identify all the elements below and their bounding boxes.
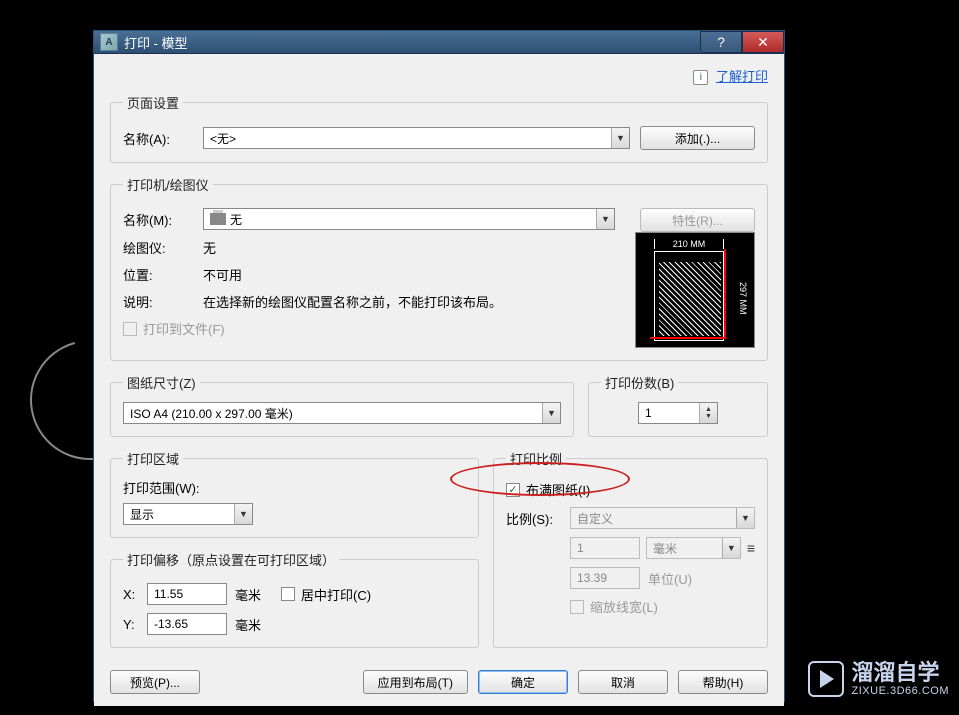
print-scope-combo[interactable]: 显示 ▼ xyxy=(123,503,253,525)
watermark-main: 溜溜自学 xyxy=(852,661,949,685)
offset-x-value: 11.55 xyxy=(154,587,183,601)
fit-to-paper-label: 布满图纸(I) xyxy=(526,480,590,499)
preview-red-line-h xyxy=(650,337,726,339)
watermark: 溜溜自学 ZIXUE.3D66.COM xyxy=(808,661,949,697)
paper-size-combo[interactable]: ISO A4 (210.00 x 297.00 毫米) ▼ xyxy=(123,402,561,424)
print-scale-legend: 打印比例 xyxy=(506,449,566,468)
print-dialog: A 打印 - 模型 ? ✕ i 了解打印 页面设置 名称(A): <无> ▼ 添… xyxy=(93,30,785,702)
close-button[interactable]: ✕ xyxy=(742,31,784,53)
paper-size-group: 图纸尺寸(Z) ISO A4 (210.00 x 297.00 毫米) ▼ xyxy=(110,373,574,437)
copies-group: 打印份数(B) 1 ▲▼ xyxy=(588,373,768,437)
spinner-buttons[interactable]: ▲▼ xyxy=(699,403,717,423)
desc-label: 说明: xyxy=(123,292,203,311)
learn-print-link-row: i 了解打印 xyxy=(110,66,768,85)
scale-denominator-input: 13.39 xyxy=(570,567,640,589)
print-to-file-label: 打印到文件(F) xyxy=(143,319,225,338)
print-offset-legend: 打印偏移（原点设置在可打印区域） xyxy=(123,550,339,569)
preview-button[interactable]: 预览(P)... xyxy=(110,670,200,694)
ok-button[interactable]: 确定 xyxy=(478,670,568,694)
help-button[interactable]: 帮助(H) xyxy=(678,670,768,694)
chevron-down-icon: ▼ xyxy=(234,504,252,524)
cancel-button[interactable]: 取消 xyxy=(578,670,668,694)
printer-name-label: 名称(M): xyxy=(123,210,203,229)
center-print-checkbox[interactable] xyxy=(281,587,295,601)
scale-denominator-value: 13.39 xyxy=(577,571,607,585)
plotter-value: 无 xyxy=(203,238,615,257)
chevron-down-icon: ▼ xyxy=(722,538,740,558)
paper-size-value: ISO A4 (210.00 x 297.00 毫米) xyxy=(130,405,293,422)
copies-spinner[interactable]: 1 ▲▼ xyxy=(638,402,718,424)
print-to-file-checkbox xyxy=(123,322,137,336)
fit-to-paper-checkbox[interactable]: ✓ xyxy=(506,483,520,497)
desc-value: 在选择新的绘图仪配置名称之前，不能打印该布局。 xyxy=(203,292,615,311)
offset-y-value: -13.65 xyxy=(154,617,188,631)
help-button[interactable]: ? xyxy=(700,31,742,53)
add-page-setup-button[interactable]: 添加(.)... xyxy=(640,126,755,150)
chevron-down-icon: ▼ xyxy=(542,403,560,423)
play-icon xyxy=(808,661,844,697)
scale-unit-value: 毫米 xyxy=(653,540,677,557)
watermark-sub: ZIXUE.3D66.COM xyxy=(852,685,949,697)
print-area-group: 打印区域 打印范围(W): 显示 ▼ xyxy=(110,449,479,538)
page-name-label: 名称(A): xyxy=(123,129,203,148)
scale-numerator-value: 1 xyxy=(577,541,584,555)
chevron-down-icon: ▼ xyxy=(611,128,629,148)
preview-paper-icon xyxy=(654,251,724,341)
location-value: 不可用 xyxy=(203,265,615,284)
plotter-label: 绘图仪: xyxy=(123,238,203,257)
scale-numerator-input: 1 xyxy=(570,537,640,559)
scale-value: 自定义 xyxy=(577,510,613,527)
chevron-down-icon: ▼ xyxy=(596,209,614,229)
preview-height-label: 297 MM xyxy=(738,273,748,323)
window-title: 打印 - 模型 xyxy=(124,33,700,52)
offset-y-unit: 毫米 xyxy=(235,615,261,634)
page-setup-legend: 页面设置 xyxy=(123,93,183,112)
paper-size-legend: 图纸尺寸(Z) xyxy=(123,373,200,392)
copies-legend: 打印份数(B) xyxy=(601,373,678,392)
offset-x-label: X: xyxy=(123,587,147,602)
location-label: 位置: xyxy=(123,265,203,284)
equals-icon: ≡ xyxy=(747,540,755,556)
center-print-label: 居中打印(C) xyxy=(301,585,371,604)
learn-print-link[interactable]: 了解打印 xyxy=(716,69,768,84)
print-area-legend: 打印区域 xyxy=(123,449,183,468)
printer-name-combo[interactable]: 无 ▼ xyxy=(203,208,615,230)
offset-x-input[interactable]: 11.55 xyxy=(147,583,227,605)
preview-red-line-v xyxy=(724,249,726,339)
printer-properties-button: 特性(R)... xyxy=(640,208,755,232)
print-scope-label: 打印范围(W): xyxy=(123,478,466,497)
preview-width-label: 210 MM xyxy=(654,239,724,249)
titlebar: A 打印 - 模型 ? ✕ xyxy=(94,31,784,54)
page-name-combo[interactable]: <无> ▼ xyxy=(203,127,630,149)
dialog-body: i 了解打印 页面设置 名称(A): <无> ▼ 添加(.)... 打印机/绘图… xyxy=(94,54,784,706)
print-scope-value: 显示 xyxy=(130,506,154,523)
print-scale-group: 打印比例 ✓ 布满图纸(I) 比例(S): 自定义 ▼ xyxy=(493,449,768,648)
info-icon: i xyxy=(693,70,708,85)
offset-x-unit: 毫米 xyxy=(235,585,261,604)
app-icon: A xyxy=(100,33,118,51)
scale-label: 比例(S): xyxy=(506,509,570,528)
printer-icon xyxy=(210,213,226,225)
offset-y-input[interactable]: -13.65 xyxy=(147,613,227,635)
window-buttons: ? ✕ xyxy=(700,31,784,53)
offset-y-label: Y: xyxy=(123,617,147,632)
print-offset-group: 打印偏移（原点设置在可打印区域） X: 11.55 毫米 居中打印(C) Y: xyxy=(110,550,479,648)
page-name-value: <无> xyxy=(210,130,236,147)
scale-unit-combo: 毫米 ▼ xyxy=(646,537,741,559)
scale-denom-unit-label: 单位(U) xyxy=(648,569,692,588)
dialog-button-row: 预览(P)... 应用到布局(T) 确定 取消 帮助(H) xyxy=(110,660,768,694)
page-setup-group: 页面设置 名称(A): <无> ▼ 添加(.)... xyxy=(110,93,768,163)
paper-preview: 210 MM 297 MM xyxy=(635,232,755,348)
scale-lineweight-label: 缩放线宽(L) xyxy=(590,597,658,616)
printer-name-value: 无 xyxy=(230,211,242,228)
scale-lineweight-checkbox xyxy=(570,600,584,614)
copies-value: 1 xyxy=(645,406,652,420)
apply-layout-button[interactable]: 应用到布局(T) xyxy=(363,670,468,694)
chevron-down-icon: ▼ xyxy=(736,508,754,528)
scale-combo: 自定义 ▼ xyxy=(570,507,755,529)
printer-legend: 打印机/绘图仪 xyxy=(123,175,213,194)
printer-group: 打印机/绘图仪 名称(M): 无 ▼ 绘图仪: 无 xyxy=(110,175,768,361)
